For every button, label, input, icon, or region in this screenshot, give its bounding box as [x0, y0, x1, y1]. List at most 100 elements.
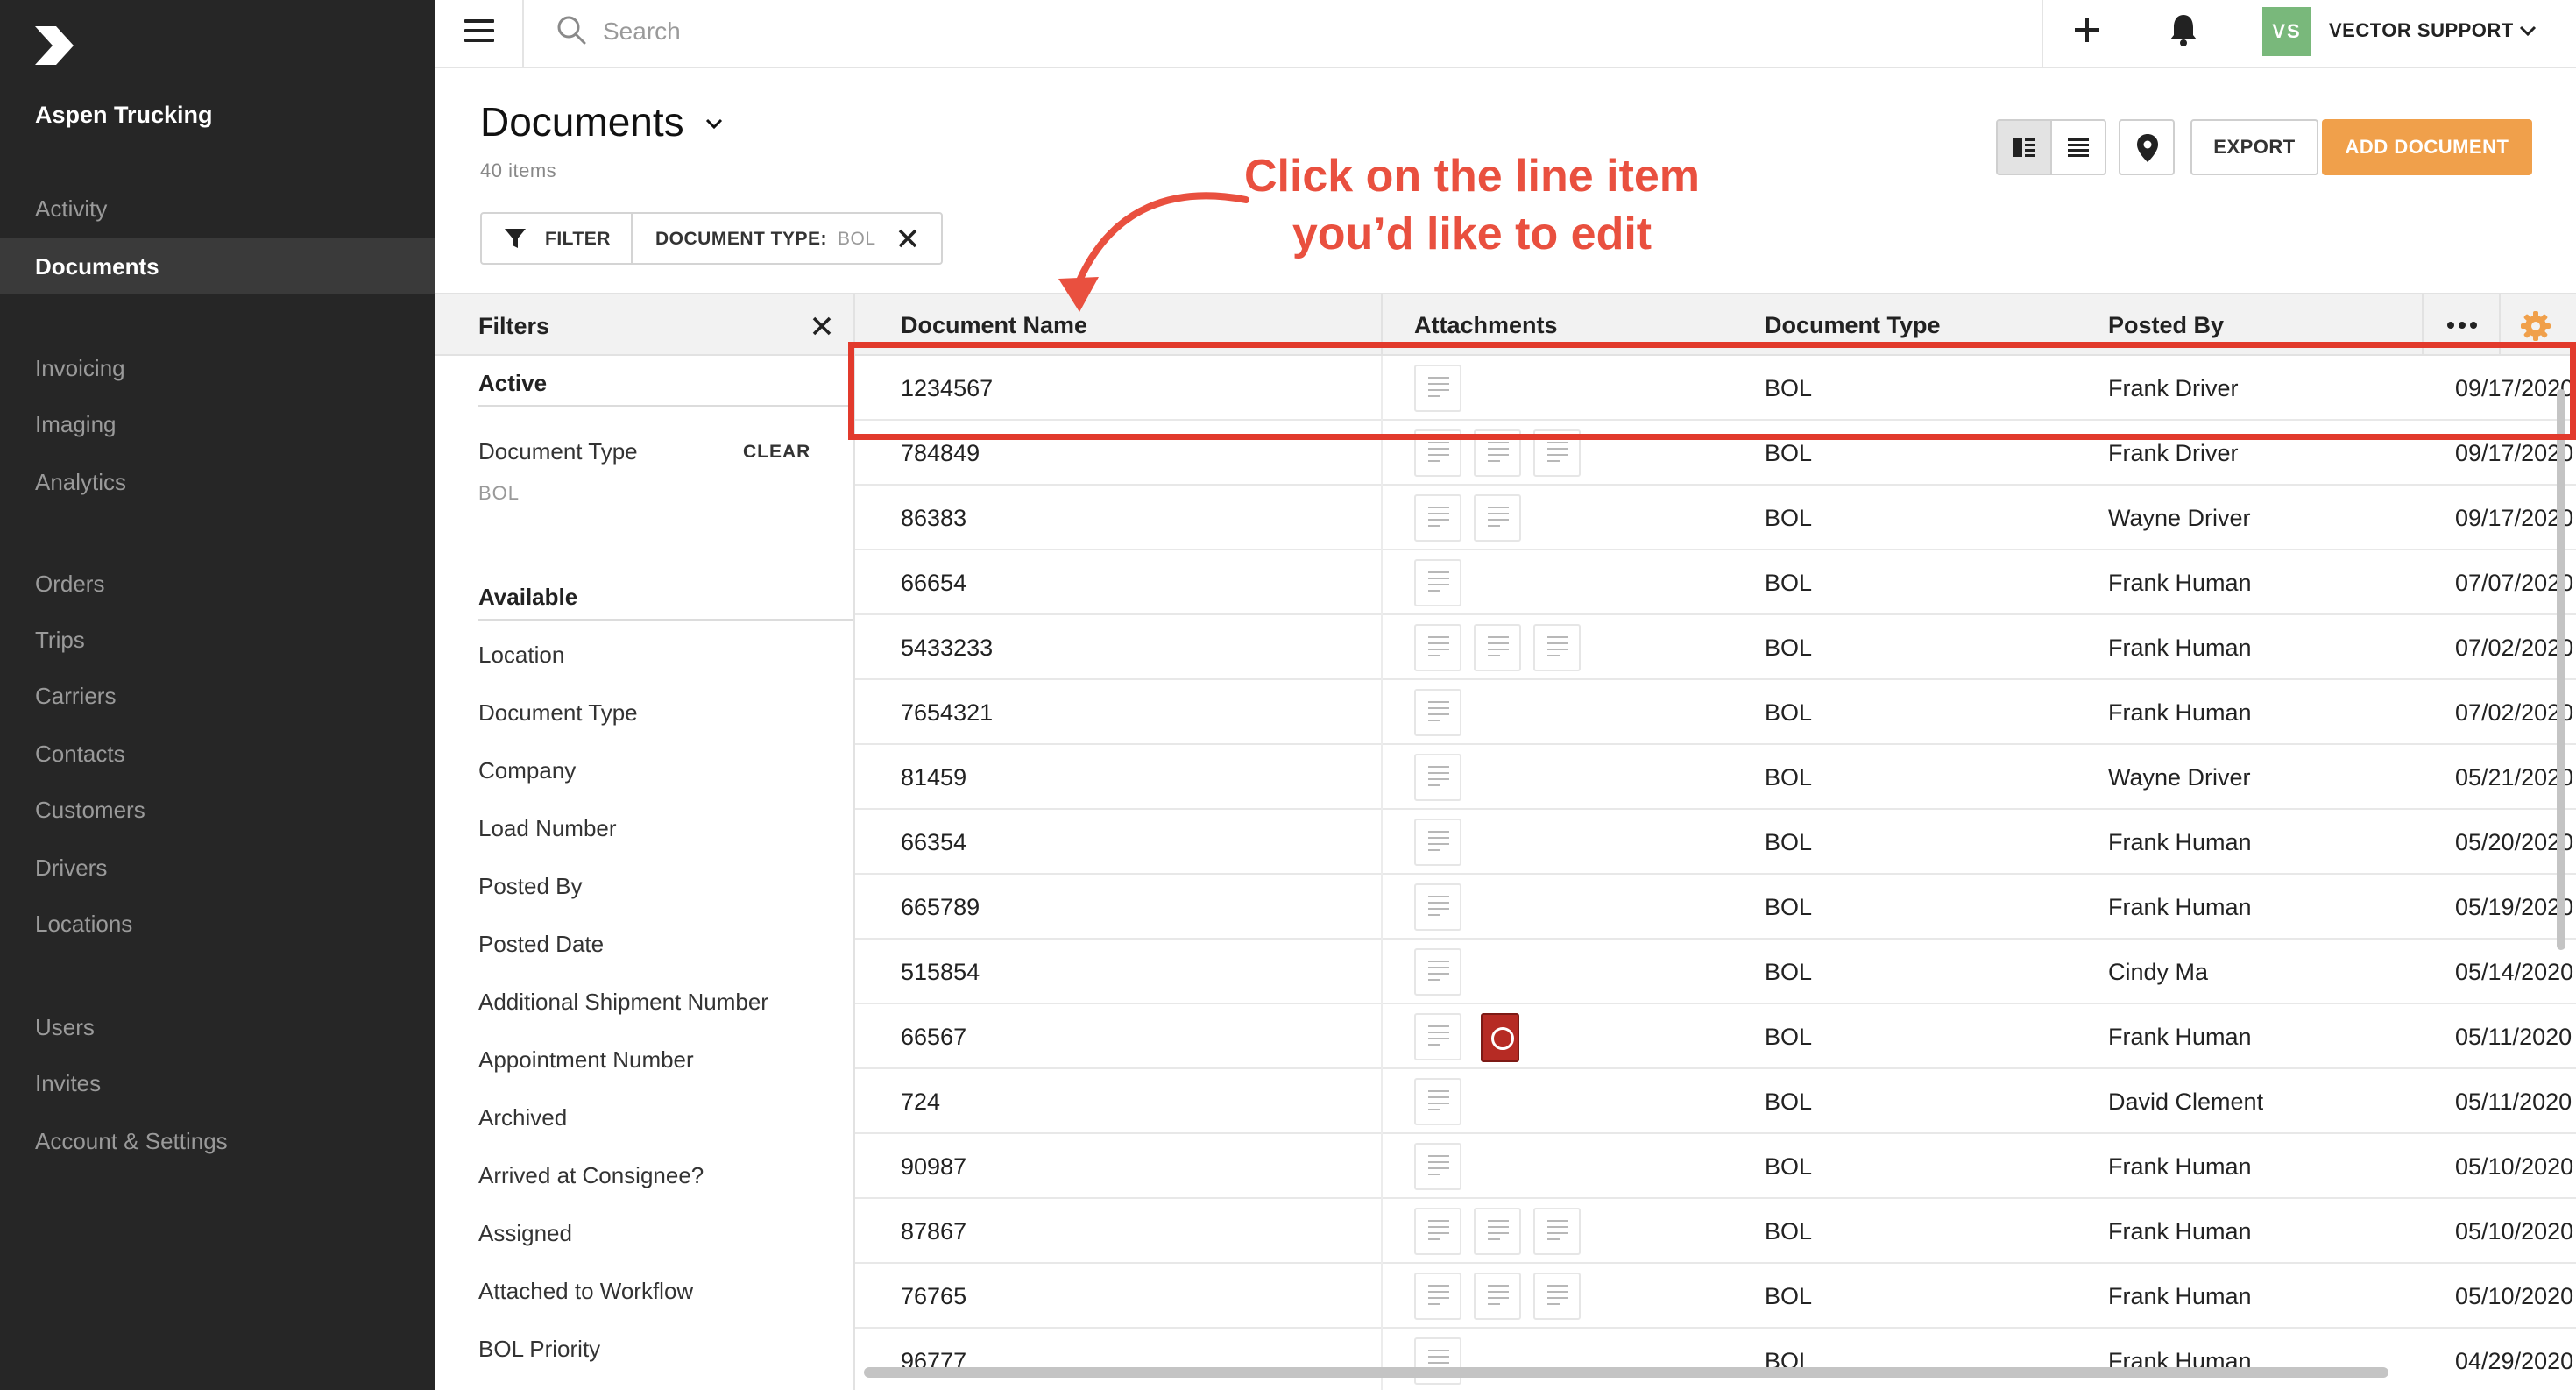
filter-button[interactable]: FILTER — [482, 214, 633, 263]
attachment-thumbnail-icon[interactable] — [1414, 1143, 1461, 1190]
sidebar-item-contacts[interactable]: Contacts — [0, 726, 435, 782]
table-row[interactable]: 7654321 BOL Frank Human 07/02/2020 — [855, 680, 2576, 745]
attachment-thumbnail-icon[interactable] — [1414, 365, 1461, 412]
table-row[interactable]: 96777 BOL Frank Human 04/29/2020 — [855, 1329, 2576, 1390]
table-row[interactable]: 90987 BOL Frank Human 05/10/2020 — [855, 1134, 2576, 1199]
close-icon[interactable] — [810, 314, 834, 338]
available-filter-item[interactable]: Company — [478, 757, 576, 784]
plus-icon[interactable] — [2071, 14, 2103, 46]
attachment-thumbnail-icon[interactable] — [1533, 429, 1581, 477]
attachment-thumbnail-icon[interactable] — [1414, 624, 1461, 671]
table-row[interactable]: 66654 BOL Frank Human 07/07/2020 — [855, 550, 2576, 615]
table-row[interactable]: 515854 BOL Cindy Ma 05/14/2020 — [855, 940, 2576, 1004]
pdf-file-icon[interactable] — [1481, 1013, 1519, 1062]
more-options-icon[interactable] — [2446, 321, 2478, 330]
attachment-thumbnail-icon[interactable] — [1474, 1208, 1521, 1255]
section-divider — [478, 405, 853, 407]
table-row[interactable]: 5433233 BOL Frank Human 07/02/2020 — [855, 615, 2576, 680]
table-row[interactable]: 665789 BOL Frank Human 05/19/2020 — [855, 875, 2576, 940]
attachment-thumbnail-icon[interactable] — [1474, 494, 1521, 542]
attachment-thumbnail-icon[interactable] — [1414, 494, 1461, 542]
sidebar-item-locations[interactable]: Locations — [0, 896, 435, 952]
add-document-button[interactable]: ADD DOCUMENT — [2322, 119, 2532, 175]
attachment-thumbnail-icon[interactable] — [1533, 1208, 1581, 1255]
table-row[interactable]: 81459 BOL Wayne Driver 05/21/2020 — [855, 745, 2576, 810]
table-row[interactable]: 66354 BOL Frank Human 05/20/2020 — [855, 810, 2576, 875]
clear-filter-button[interactable]: CLEAR — [743, 442, 810, 463]
sidebar-item-imaging[interactable]: Imaging — [0, 396, 435, 452]
sidebar-item-drivers[interactable]: Drivers — [0, 840, 435, 896]
search-input[interactable] — [603, 12, 1829, 51]
available-filter-item[interactable]: Attached to Workflow — [478, 1278, 693, 1305]
table-row[interactable]: 87867 BOL Frank Human 05/10/2020 — [855, 1199, 2576, 1264]
attachment-thumbnail-icon[interactable] — [1414, 1078, 1461, 1125]
available-filter-item[interactable]: Posted Date — [478, 931, 604, 958]
attachment-thumbnail-icon[interactable] — [1414, 754, 1461, 801]
sidebar-item-analytics[interactable]: Analytics — [0, 454, 435, 510]
available-filter-item[interactable]: Appointment Number — [478, 1046, 694, 1074]
chevron-down-icon[interactable] — [704, 114, 724, 133]
posted-by-cell: Frank Driver — [2108, 440, 2239, 466]
sidebar-item-customers[interactable]: Customers — [0, 782, 435, 838]
sidebar-item-documents[interactable]: Documents — [0, 238, 435, 294]
sidebar-item-invites[interactable]: Invites — [0, 1055, 435, 1111]
attachment-thumbnail-icon[interactable] — [1414, 819, 1461, 866]
bell-icon[interactable] — [2168, 12, 2199, 47]
attachment-thumbnail-icon[interactable] — [1414, 1013, 1461, 1060]
attachment-thumbnail-icon[interactable] — [1414, 689, 1461, 736]
sidebar-item-activity[interactable]: Activity — [0, 181, 435, 237]
available-filter-item[interactable]: Assigned — [478, 1220, 572, 1247]
attachment-thumbnail-icon[interactable] — [1414, 1273, 1461, 1320]
export-button[interactable]: EXPORT — [2190, 119, 2318, 175]
table-row[interactable]: 76765 BOL Frank Human 05/10/2020 — [855, 1264, 2576, 1329]
column-header-document-name[interactable]: Document Name — [901, 312, 1087, 339]
attachment-thumbnail-icon[interactable] — [1414, 1208, 1461, 1255]
sidebar-item-invoicing[interactable]: Invoicing — [0, 340, 435, 396]
chevron-down-icon[interactable] — [2518, 21, 2537, 40]
table-row[interactable]: 1234567 BOL Frank Driver 09/17/2020 — [855, 356, 2576, 421]
available-filter-item[interactable]: BOL Priority — [478, 1336, 600, 1363]
page-title[interactable]: Documents — [480, 98, 684, 145]
attachment-thumbnail-icon[interactable] — [1414, 948, 1461, 996]
available-filter-item[interactable]: Additional Shipment Number — [478, 989, 768, 1016]
split-view-button[interactable] — [1998, 121, 2052, 174]
sidebar-item-users[interactable]: Users — [0, 999, 435, 1055]
avatar[interactable]: VS — [2262, 7, 2311, 56]
list-view-button[interactable] — [2052, 121, 2105, 174]
table-row[interactable]: 86383 BOL Wayne Driver 09/17/2020 — [855, 486, 2576, 550]
column-header-document-type[interactable]: Document Type — [1765, 312, 1941, 339]
map-view-button[interactable] — [2119, 119, 2175, 175]
available-filter-item[interactable]: Document Type — [478, 699, 638, 727]
attachment-thumbnail-icon[interactable] — [1414, 883, 1461, 931]
sidebar-item-carriers[interactable]: Carriers — [0, 668, 435, 724]
attachment-thumbnail-icon[interactable] — [1474, 429, 1521, 477]
available-filter-item[interactable]: Location — [478, 642, 564, 669]
sidebar-item-account-settings[interactable]: Account & Settings — [0, 1113, 435, 1169]
close-icon[interactable] — [895, 226, 920, 251]
column-header-posted-by[interactable]: Posted By — [2108, 312, 2224, 339]
user-name[interactable]: VECTOR SUPPORT — [2329, 19, 2514, 42]
table-row[interactable]: 724 BOL David Clement 05/11/2020 — [855, 1069, 2576, 1134]
available-filter-item[interactable]: Posted By — [478, 873, 583, 900]
horizontal-scrollbar[interactable] — [864, 1367, 2388, 1378]
table-row[interactable]: 784849 BOL Frank Driver 09/17/2020 — [855, 421, 2576, 486]
available-filter-item[interactable]: Arrived at Consignee? — [478, 1162, 704, 1189]
table-row[interactable]: 66567 BOL Frank Human 05/11/2020 — [855, 1004, 2576, 1069]
attachment-thumbnail-icon[interactable] — [1474, 624, 1521, 671]
sidebar-item-trips[interactable]: Trips — [0, 612, 435, 668]
attachment-thumbnail-icon[interactable] — [1474, 1273, 1521, 1320]
vertical-scrollbar[interactable] — [2557, 389, 2565, 950]
attachment-thumbnail-icon[interactable] — [1533, 1273, 1581, 1320]
attachment-thumbnail-icon[interactable] — [1414, 559, 1461, 606]
hamburger-menu-icon[interactable] — [464, 19, 494, 46]
active-filter-value: BOL — [478, 482, 520, 504]
document-name-cell: 66354 — [901, 829, 967, 855]
column-header-attachments[interactable]: Attachments — [1414, 312, 1558, 339]
available-filter-item[interactable]: Load Number — [478, 815, 617, 842]
attachment-thumbnail-icon[interactable] — [1414, 429, 1461, 477]
gear-icon[interactable] — [2520, 310, 2551, 342]
available-filter-item[interactable]: Archived — [478, 1104, 567, 1131]
sidebar-item-orders[interactable]: Orders — [0, 556, 435, 612]
chevron-logo-icon[interactable] — [33, 25, 75, 67]
attachment-thumbnail-icon[interactable] — [1533, 624, 1581, 671]
